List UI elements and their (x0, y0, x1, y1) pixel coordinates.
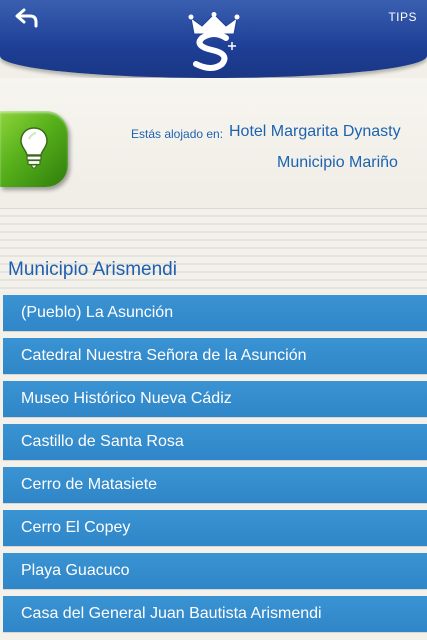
crown-s-logo-icon (186, 12, 242, 74)
stay-municipio: Municipio Mariño (277, 154, 398, 171)
list-item[interactable]: Cerro El Copey (3, 510, 427, 546)
list-item[interactable]: Catedral Nuestra Señora de la Asunción (3, 338, 427, 374)
lightbulb-icon (20, 127, 48, 169)
list-item[interactable]: Playa Guacuco (3, 553, 427, 589)
stay-label: Estás alojado en: (131, 127, 224, 141)
list-item[interactable]: Cerro de Matasiete (3, 467, 427, 503)
stay-info: Estás alojado en: Hotel Margarita Dynast… (0, 78, 427, 208)
section-title: Municipio Arismendi (8, 259, 177, 280)
list-item[interactable]: (Pueblo) La Asunción (3, 295, 427, 331)
tips-lightbulb-button[interactable] (0, 111, 68, 187)
list-item[interactable]: Casa del General Juan Bautista Arismendi (3, 596, 427, 632)
back-button[interactable] (12, 6, 42, 30)
back-arrow-icon (15, 8, 38, 28)
list-item[interactable]: Museo Histórico Nueva Cádiz (3, 381, 427, 417)
tips-button[interactable]: TIPS (388, 10, 417, 24)
hotel-name: Hotel Margarita Dynasty (229, 123, 401, 140)
list-item[interactable]: Castillo de Santa Rosa (3, 424, 427, 460)
places-list: (Pueblo) La Asunción Catedral Nuestra Se… (0, 294, 427, 640)
app-header: TIPS (0, 0, 427, 78)
